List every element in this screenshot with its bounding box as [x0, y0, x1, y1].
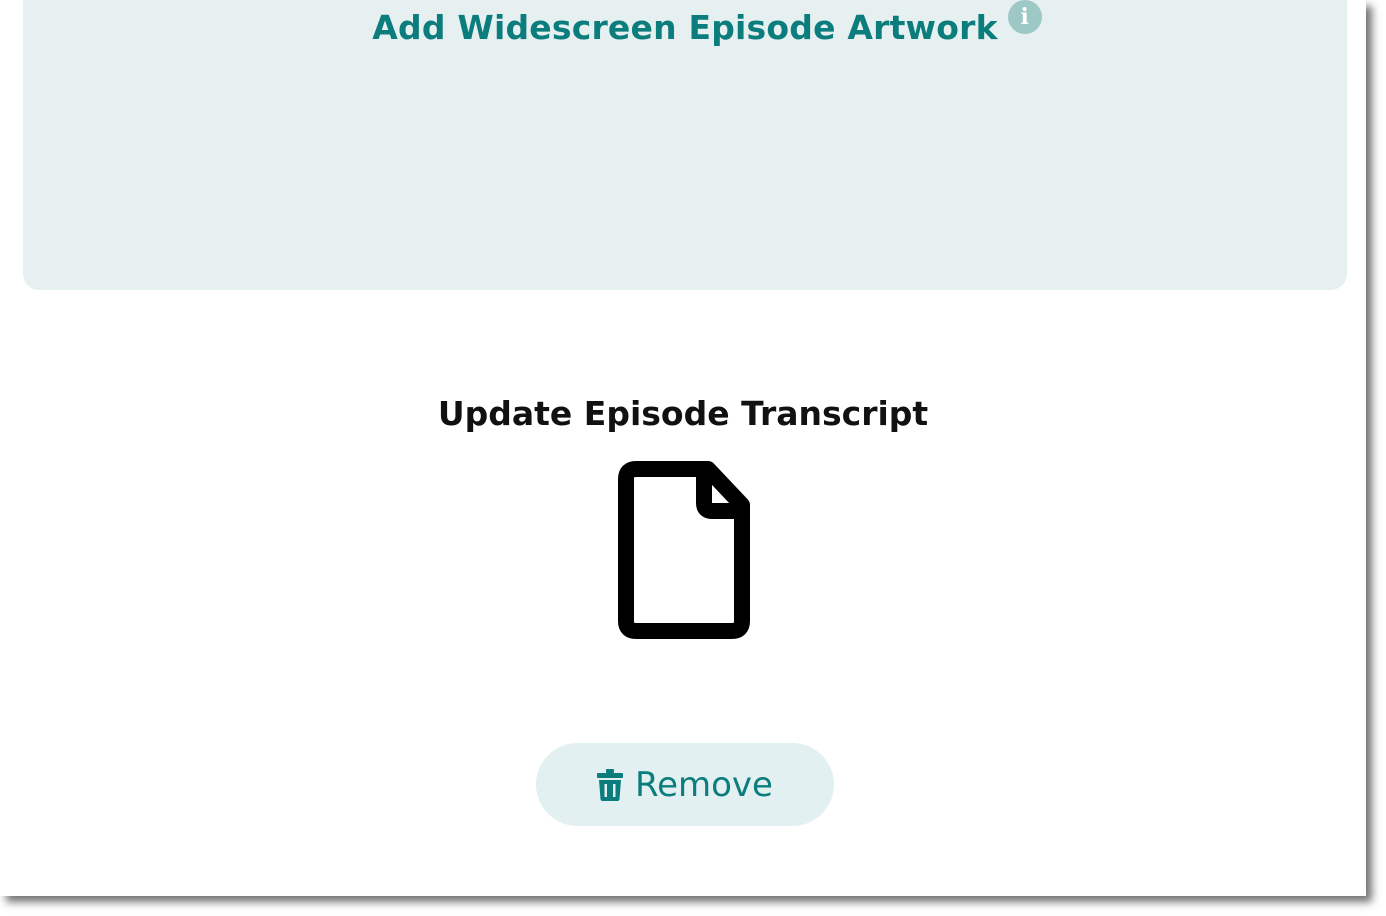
file-icon[interactable]	[616, 461, 750, 639]
remove-transcript-button[interactable]: Remove	[536, 743, 834, 826]
info-icon[interactable]: i	[1007, 0, 1042, 34]
remove-button-label: Remove	[635, 764, 773, 805]
trash-icon	[597, 768, 623, 801]
artwork-title-wrap: Add Widescreen Episode Artwork i	[23, 0, 1347, 47]
widescreen-artwork-dropzone[interactable]: Add Widescreen Episode Artwork i	[23, 0, 1347, 290]
transcript-title: Update Episode Transcript	[437, 394, 929, 433]
add-widescreen-artwork-link[interactable]: Add Widescreen Episode Artwork i	[372, 0, 1042, 47]
add-widescreen-artwork-label: Add Widescreen Episode Artwork	[372, 8, 998, 47]
episode-editor-window: Add Widescreen Episode Artwork i Update …	[0, 0, 1366, 896]
transcript-section: Update Episode Transcript	[0, 394, 1366, 639]
